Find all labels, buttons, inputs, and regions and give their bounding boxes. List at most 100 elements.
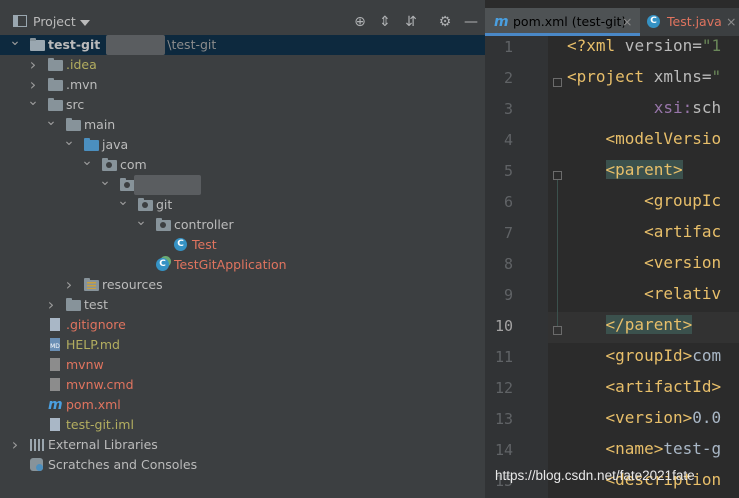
maven-icon: m: [494, 14, 509, 30]
redacted-package-name: xxxxxxxxx: [134, 175, 201, 195]
code-line: <parent>: [605, 160, 683, 179]
project-tool-window: Project ⊕ ⇕ ⇵ ⚙ — ⌄ test-git…\IDEA…\test-…: [0, 0, 485, 498]
code-line: <version: [644, 253, 722, 272]
tab-test-java[interactable]: C Test.java ×: [641, 8, 739, 36]
tree-item-scratches-and-consoles[interactable]: Scratches and Consoles: [0, 455, 485, 475]
chevron-right-icon[interactable]: ›: [45, 295, 57, 315]
tree-item-label: .gitignore: [66, 317, 126, 332]
tree-item-label: com: [120, 157, 147, 172]
tree-item-test[interactable]: C Test: [0, 235, 485, 255]
tree-item-com[interactable]: ⌄ com: [0, 154, 485, 175]
tree-item-label: test-git.iml: [66, 417, 134, 432]
chevron-right-icon[interactable]: ›: [27, 75, 39, 95]
settings-icon[interactable]: ⚙: [436, 13, 454, 31]
line-number: 4: [503, 131, 513, 149]
redacted-path: …\IDEA…: [106, 35, 166, 55]
line-number: 5: [503, 162, 513, 180]
code-line: <version>0.0: [605, 408, 722, 427]
tree-item-git[interactable]: ⌄ git: [0, 194, 485, 215]
line-number: 14: [494, 441, 513, 459]
close-icon[interactable]: ×: [622, 8, 632, 36]
project-view-selector[interactable]: Project: [33, 14, 76, 29]
locate-icon[interactable]: ⊕: [351, 13, 369, 31]
tree-item-gitignore[interactable]: .gitignore: [0, 315, 485, 335]
tree-item-label: mvnw.cmd: [66, 377, 134, 392]
collapse-all-icon[interactable]: ⇵: [402, 13, 420, 31]
line-number: 13: [494, 410, 513, 428]
chevron-down-icon[interactable]: [80, 20, 90, 26]
tree-item-pom-xml[interactable]: m pom.xml: [0, 395, 485, 415]
tree-item-controller[interactable]: ⌄ controller: [0, 214, 485, 235]
project-icon: [13, 15, 27, 27]
source-folder-icon: [84, 138, 99, 151]
folder-icon: [48, 98, 63, 111]
chevron-down-icon[interactable]: ⌄: [45, 114, 57, 135]
code-line: <name>test-g: [605, 439, 722, 458]
tree-item-main[interactable]: ⌄ main: [0, 114, 485, 135]
tree-item-label: Test: [192, 237, 217, 252]
code-line: </parent>: [605, 315, 693, 334]
fold-range-line: [557, 180, 558, 326]
tree-item-label: java: [102, 137, 129, 152]
tree-item-test[interactable]: › test: [0, 295, 485, 315]
code-line: <relativ: [644, 284, 722, 303]
folder-icon: [66, 298, 81, 311]
tree-item-mvn[interactable]: › .mvn: [0, 75, 485, 95]
chevron-right-icon[interactable]: ›: [27, 55, 39, 75]
fold-marker-project[interactable]: [553, 78, 562, 87]
chevron-down-icon[interactable]: ⌄: [27, 94, 39, 115]
tree-item-test-git-iml[interactable]: test-git.iml: [0, 415, 485, 435]
tree-item-java[interactable]: ⌄ java: [0, 134, 485, 155]
line-number: 3: [503, 100, 513, 118]
tree-item-external-libraries[interactable]: › External Libraries: [0, 435, 485, 455]
hide-icon[interactable]: —: [462, 13, 480, 31]
expand-all-icon[interactable]: ⇕: [376, 13, 394, 31]
tree-item-package[interactable]: ⌄ xxxxxxxxx: [0, 174, 485, 195]
chevron-right-icon[interactable]: ›: [9, 435, 21, 455]
fold-marker-parent-end[interactable]: [553, 326, 562, 335]
fold-marker-parent-start[interactable]: [553, 171, 562, 180]
line-number: 7: [503, 224, 513, 242]
folder-icon: [48, 78, 63, 91]
tab-label: Test.java: [667, 14, 722, 29]
chevron-down-icon[interactable]: ⌄: [81, 154, 93, 175]
code-line: <artifac: [644, 222, 722, 241]
spring-class-icon: C: [156, 258, 169, 271]
tree-item-label: src: [66, 97, 85, 112]
tree-item-label: TestGitApplication: [174, 257, 287, 272]
tree-item-test-git[interactable]: ⌄ test-git…\IDEA…\test-git: [0, 34, 485, 55]
line-number: 11: [494, 348, 513, 366]
chevron-down-icon[interactable]: ⌄: [9, 34, 21, 55]
scratches-icon: [30, 458, 43, 471]
tree-item-mvnw-cmd[interactable]: mvnw.cmd: [0, 375, 485, 395]
file-icon: [50, 318, 60, 331]
close-icon[interactable]: ×: [726, 8, 736, 36]
chevron-down-icon[interactable]: ⌄: [117, 194, 129, 215]
project-panel-header: Project ⊕ ⇕ ⇵ ⚙ —: [0, 8, 485, 35]
chevron-down-icon[interactable]: ⌄: [99, 174, 111, 195]
line-number: 12: [494, 379, 513, 397]
script-file-icon: [50, 378, 60, 391]
tree-item-label: controller: [174, 217, 234, 232]
tree-item-label: Scratches and Consoles: [48, 457, 198, 472]
code-line: <artifactId>: [605, 377, 722, 396]
line-number: 8: [503, 255, 513, 273]
code-line: xsi:sch: [653, 98, 722, 117]
class-icon: C: [647, 15, 660, 28]
chevron-down-icon[interactable]: ⌄: [135, 214, 147, 235]
tree-item-src[interactable]: ⌄ src: [0, 94, 485, 115]
tree-item-label: .mvn: [66, 77, 98, 92]
editor-area: m pom.xml (test-git) × C Test.java × 12 3…: [485, 0, 739, 498]
line-number: 1: [503, 38, 513, 56]
tree-item-testgitapplication[interactable]: C TestGitApplication: [0, 255, 485, 275]
tree-item-resources[interactable]: › resources: [0, 275, 485, 295]
chevron-down-icon[interactable]: ⌄: [63, 134, 75, 155]
tree-item-idea[interactable]: › .idea: [0, 55, 485, 75]
line-number: 9: [503, 286, 513, 304]
editor-gutter: 1 2 3 4 5 6 7 8 9 10 11 12 13 14 15: [485, 36, 548, 498]
chevron-right-icon[interactable]: ›: [63, 275, 75, 295]
markdown-file-icon: MD: [50, 338, 60, 351]
tree-item-mvnw[interactable]: mvnw: [0, 355, 485, 375]
tree-item-help-md[interactable]: MD HELP.md: [0, 335, 485, 355]
tab-pom-xml[interactable]: m pom.xml (test-git) ×: [485, 8, 640, 36]
